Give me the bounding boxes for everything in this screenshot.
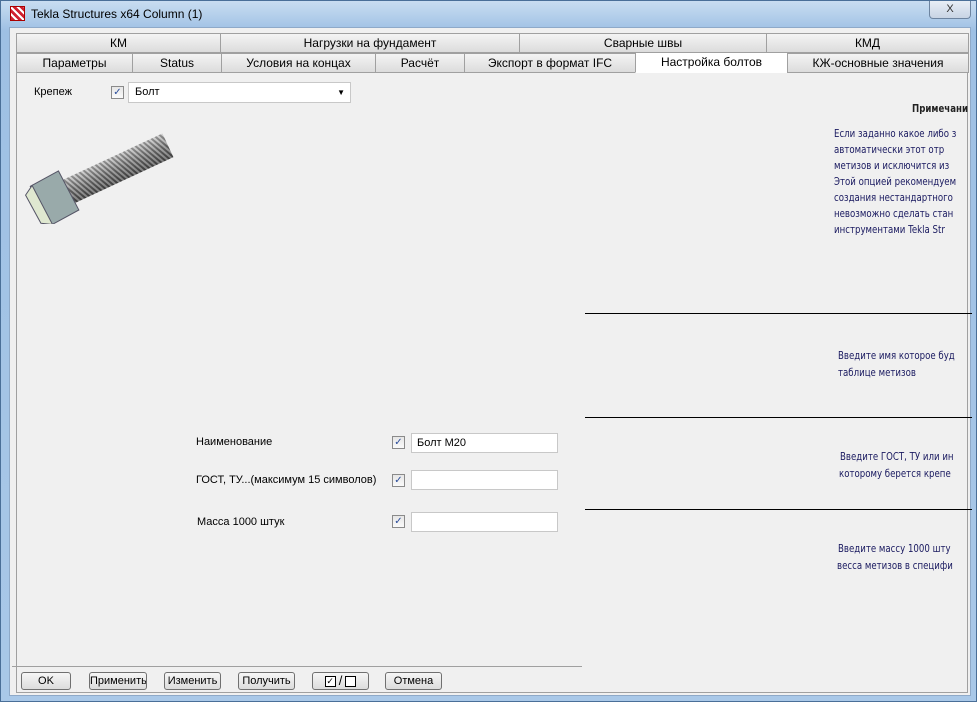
title-bar: Tekla Structures x64 Column (1) X	[1, 1, 977, 27]
apply-button[interactable]: Применить	[89, 672, 147, 690]
tab-bolt-settings[interactable]: Настройка болтов	[635, 52, 788, 73]
checked-box-icon: ✓	[324, 675, 336, 687]
fastener-checkbox[interactable]: ✓	[111, 86, 124, 99]
tab-km[interactable]: КМ	[16, 33, 221, 53]
gost-input[interactable]	[411, 470, 558, 490]
gost-label: ГОСТ, ТУ...(максимум 15 символов)	[196, 474, 377, 486]
ok-button[interactable]: OK	[21, 672, 71, 690]
dialog-client: КМ Нагрузки на фундамент Сварные швы КМД…	[9, 27, 972, 696]
window-title: Tekla Structures x64 Column (1)	[31, 7, 203, 21]
tab-ifc-export[interactable]: Экспорт в формат IFC	[464, 53, 636, 73]
notes-title: Примечани	[912, 103, 968, 115]
note-line: автоматически этот отр	[834, 144, 945, 156]
tab-kmd[interactable]: КМД	[766, 33, 969, 53]
tab-foundation-loads[interactable]: Нагрузки на фундамент	[220, 33, 520, 53]
fastener-label: Крепеж	[34, 86, 72, 98]
name-label: Наименование	[196, 436, 273, 448]
note-name-line2: таблице метизов	[838, 367, 916, 379]
tab-status[interactable]: Status	[132, 53, 222, 73]
note-line: Если заданно какое либо з	[834, 128, 957, 140]
dropdown-arrow-icon: ▼	[337, 88, 345, 97]
modify-button[interactable]: Изменить	[164, 672, 221, 690]
bolt-image	[24, 133, 174, 224]
fastener-dropdown[interactable]: Болт ▼	[128, 82, 351, 103]
divider	[585, 417, 972, 418]
tab-end-conditions[interactable]: Условия на концах	[221, 53, 376, 73]
close-button[interactable]: X	[929, 1, 971, 19]
name-input[interactable]: Болт M20	[411, 433, 558, 453]
note-gost-line2: которому берется крепе	[839, 468, 951, 480]
get-button[interactable]: Получить	[238, 672, 295, 690]
note-gost-line1: Введите ГОСТ, ТУ или ин	[840, 451, 954, 463]
tab-welds[interactable]: Сварные швы	[519, 33, 767, 53]
button-separator	[12, 666, 582, 667]
note-line: метизов и исключится из	[834, 160, 950, 172]
slash-separator: /	[338, 673, 343, 689]
note-line: Этой опцией рекомендуем	[834, 176, 957, 188]
toggle-all-checkboxes-button[interactable]: ✓ /	[312, 672, 369, 690]
tab-rc-main-values[interactable]: КЖ-основные значения	[787, 53, 969, 73]
fastener-value: Болт	[135, 86, 160, 98]
note-name-line1: Введите имя которое буд	[838, 350, 955, 362]
gost-checkbox[interactable]: ✓	[392, 474, 405, 487]
note-line: невозможно сделать стан	[834, 208, 954, 220]
note-line: создания нестандартного	[834, 192, 953, 204]
note-mass-line1: Введите массу 1000 шту	[838, 543, 951, 555]
tab-parameters[interactable]: Параметры	[16, 53, 133, 73]
window-frame: Tekla Structures x64 Column (1) X КМ Наг…	[0, 0, 977, 702]
note-line: инструментами Tekla Str	[834, 224, 945, 236]
unchecked-box-icon	[345, 675, 357, 687]
name-checkbox[interactable]: ✓	[392, 436, 405, 449]
mass-label: Масса 1000 штук	[197, 516, 285, 528]
mass-input[interactable]	[411, 512, 558, 532]
notes-main: Если заданно какое либо з автоматически …	[834, 126, 977, 238]
tekla-app-icon	[10, 6, 25, 21]
divider	[585, 313, 972, 314]
tab-calculation[interactable]: Расчёт	[375, 53, 465, 73]
note-mass-line2: весса метизов в специфи	[837, 560, 953, 572]
cancel-button[interactable]: Отмена	[385, 672, 442, 690]
mass-checkbox[interactable]: ✓	[392, 515, 405, 528]
divider	[585, 509, 972, 510]
